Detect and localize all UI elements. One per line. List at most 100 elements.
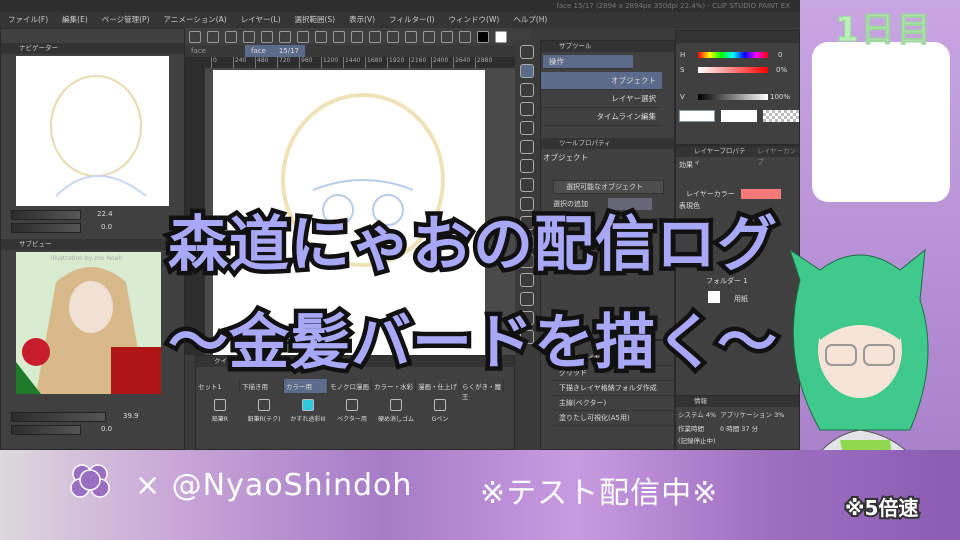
subtool-item[interactable]: レイヤー選択 (541, 90, 662, 108)
main-color[interactable] (679, 110, 715, 122)
tab-page: 15/17 (278, 47, 299, 55)
toolbar-button-icon[interactable] (477, 30, 489, 43)
brush-icon (434, 399, 446, 411)
toolbar-button-icon[interactable] (315, 30, 327, 43)
subview-image: illustration by zoo Noah (16, 252, 161, 394)
tool-property-name: オブジェクト (543, 153, 588, 162)
tool-icon[interactable] (520, 102, 534, 116)
saturation-slider[interactable] (698, 67, 768, 73)
layer-comp-tab[interactable]: レイヤーカンプ (757, 146, 799, 166)
quick-tool-label: 鉛筆R(テク) (247, 416, 281, 423)
work-time: 0 時間 37 分 (720, 425, 759, 433)
menu-item[interactable]: 表示(V) (349, 12, 375, 28)
auto-action-item[interactable]: 塗りたし可視化(A5用) (553, 411, 674, 426)
selectable-object-dropdown[interactable]: 選択可能なオブジェクト (553, 180, 664, 194)
navigator-preview (16, 56, 169, 206)
subtool-item[interactable]: タイムライン編集 (541, 108, 662, 126)
menu-bar: ファイル(F) 編集(E) ページ管理(P) アニメーション(A) レイヤー(L) 選択範… (0, 12, 800, 28)
quick-tool[interactable]: 硬め消しゴム (378, 399, 414, 423)
banner-handle: × @NyaoShindoh (135, 468, 413, 503)
ruler-tick-label: 1680 (365, 57, 387, 68)
menu-item[interactable]: ウィンドウ(W) (449, 12, 500, 28)
sub-color[interactable] (721, 110, 757, 122)
toolbar-button-icon[interactable] (459, 30, 471, 43)
menu-item[interactable]: アニメーション(A) (164, 12, 227, 28)
toolbar-button-icon[interactable] (405, 30, 417, 43)
quick-access-tab[interactable]: 漫画・仕上げ (416, 379, 460, 393)
subview-zoom-slider[interactable] (11, 412, 106, 422)
quick-tool[interactable]: 鉛筆R(テク) (246, 399, 282, 423)
quick-access-tab[interactable]: らくがき・魔王 (460, 379, 504, 401)
tool-icon[interactable] (520, 83, 534, 97)
menu-item[interactable]: ファイル(F) (8, 12, 48, 28)
tab-face[interactable]: face (185, 45, 245, 57)
quick-access-tab[interactable]: カラー用 (284, 379, 328, 393)
ruler-tick-label: 960 (299, 57, 321, 68)
toolbar-button-icon[interactable] (495, 30, 507, 43)
hue-slider[interactable] (698, 52, 768, 58)
tool-icon[interactable] (520, 178, 534, 192)
brush-icon (302, 399, 314, 411)
work-time-label: 作業時間 (678, 425, 704, 433)
quick-tool-label: 硬め消しゴム (378, 416, 415, 423)
toolbar-button-icon[interactable] (189, 30, 201, 43)
menu-item[interactable]: 選択範囲(S) (295, 12, 336, 28)
tab-face-active[interactable]: face 15/17 (245, 45, 305, 57)
auto-action-item[interactable]: 下描きレイヤ格納フォルダ作成 (553, 381, 674, 396)
toolbar-button-icon[interactable] (225, 30, 237, 43)
zoom-slider[interactable] (11, 210, 81, 220)
toolbar-button-icon[interactable] (441, 30, 453, 43)
toolbar-button-icon[interactable] (279, 30, 291, 43)
navigator-rotation: 0.0 (101, 223, 113, 231)
quick-tool-label: ベクター用 (337, 416, 367, 423)
stream-title-line1: 森道にゃおの配信ログ (164, 206, 782, 285)
quick-tool-label: 鉛筆R (211, 416, 229, 423)
quick-access-tab[interactable]: モノクロ漫画 (328, 379, 372, 393)
quick-tool[interactable]: 鉛筆R (202, 399, 238, 423)
rotation-slider[interactable] (11, 223, 81, 233)
command-bar (185, 28, 530, 45)
tool-icon[interactable] (520, 64, 534, 78)
quick-access-tab[interactable]: セット1 (196, 379, 240, 393)
quick-tool-label: かすれ途彩III (290, 416, 326, 423)
tool-icon[interactable] (520, 159, 534, 173)
quick-tool[interactable]: Gペン (422, 399, 458, 423)
menu-item[interactable]: レイヤー(L) (241, 12, 281, 28)
tool-property-header: ツールプロパティ (541, 138, 674, 149)
toolbar-button-icon[interactable] (423, 30, 435, 43)
menu-item[interactable]: 編集(E) (62, 12, 88, 28)
toolbar-button-icon[interactable] (333, 30, 345, 43)
layer-property-tab[interactable]: レイヤープロパティ (694, 146, 747, 166)
h-label: H (680, 51, 686, 59)
quick-tool[interactable]: ベクター用 (334, 399, 370, 423)
subtool-group[interactable]: 操作 (543, 55, 633, 69)
quick-tool[interactable]: かすれ途彩III (290, 399, 326, 423)
transparent-color[interactable] (763, 110, 799, 122)
subtool-item[interactable]: オブジェクト (541, 72, 662, 90)
info-system: システム 4% (678, 411, 717, 419)
menu-item[interactable]: ページ管理(P) (102, 12, 150, 28)
brush-icon (346, 399, 358, 411)
flower-logo-icon (70, 464, 110, 498)
tool-icon[interactable] (520, 140, 534, 154)
toolbar-button-icon[interactable] (351, 30, 363, 43)
subtool-header: サブツール (541, 41, 674, 52)
toolbar-button-icon[interactable] (261, 30, 273, 43)
tool-icon[interactable] (520, 45, 534, 59)
toolbar-button-icon[interactable] (369, 30, 381, 43)
toolbar-button-icon[interactable] (207, 30, 219, 43)
menu-item[interactable]: ヘルプ(H) (513, 12, 547, 28)
tool-icon[interactable] (520, 121, 534, 135)
ruler-tick-label: 240 (233, 57, 255, 68)
value-slider[interactable] (698, 94, 768, 100)
toolbar-button-icon[interactable] (297, 30, 309, 43)
auto-action-item[interactable]: 主線(ベクター) (553, 396, 674, 411)
toolbar-button-icon[interactable] (387, 30, 399, 43)
subview-rotation-slider[interactable] (11, 425, 81, 435)
quick-access-tab[interactable]: 下描き用 (240, 379, 284, 393)
subview-zoom: 39.9 (123, 412, 139, 420)
menu-item[interactable]: フィルター(I) (389, 12, 434, 28)
toolbar-button-icon[interactable] (243, 30, 255, 43)
ruler-tick-label: 720 (277, 57, 299, 68)
quick-access-tab[interactable]: カラー・水彩 (372, 379, 416, 393)
